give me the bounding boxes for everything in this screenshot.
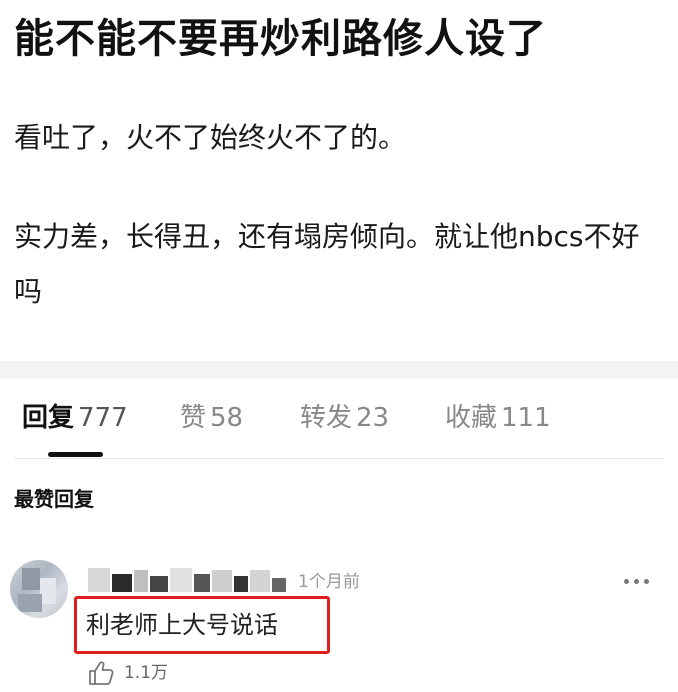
active-tab-indicator [48, 452, 103, 457]
tab-count: 23 [356, 403, 390, 433]
tab-replies[interactable]: 回复 777 [22, 398, 128, 438]
post-paragraph: 看吐了，火不了始终火不了的。 [14, 121, 407, 154]
tab-count: 777 [78, 403, 128, 433]
comment-time: 1个月前 [298, 572, 360, 592]
tab-likes[interactable]: 赞 58 [180, 398, 243, 438]
tab-label: 回复 [22, 403, 75, 433]
tab-reposts[interactable]: 转发 23 [300, 398, 389, 438]
tab-label: 收藏 [445, 403, 498, 433]
avatar[interactable] [10, 560, 68, 618]
tab-favorites[interactable]: 收藏 111 [445, 398, 551, 438]
tab-count: 58 [210, 403, 244, 433]
username-blurred[interactable] [88, 566, 298, 594]
like-count: 1.1万 [124, 663, 169, 683]
section-divider [0, 361, 678, 379]
more-dots-icon[interactable] [622, 570, 652, 594]
section-title: 最赞回复 [14, 487, 94, 511]
tab-bar: 回复 777 赞 58 转发 23 收藏 111 [0, 388, 678, 458]
thumbs-up-icon [89, 661, 114, 685]
post-title: 能不能不要再炒利路修人设了 [14, 16, 547, 62]
post-paragraph: 实力差，长得丑，还有塌房倾向。就让他nbcs不好吗 [14, 220, 640, 308]
tab-label: 转发 [300, 403, 353, 433]
comment-text: 利老师上大号说话 [86, 611, 278, 639]
tab-count: 111 [501, 403, 551, 433]
tab-label: 赞 [180, 403, 207, 433]
tab-divider [14, 458, 664, 459]
